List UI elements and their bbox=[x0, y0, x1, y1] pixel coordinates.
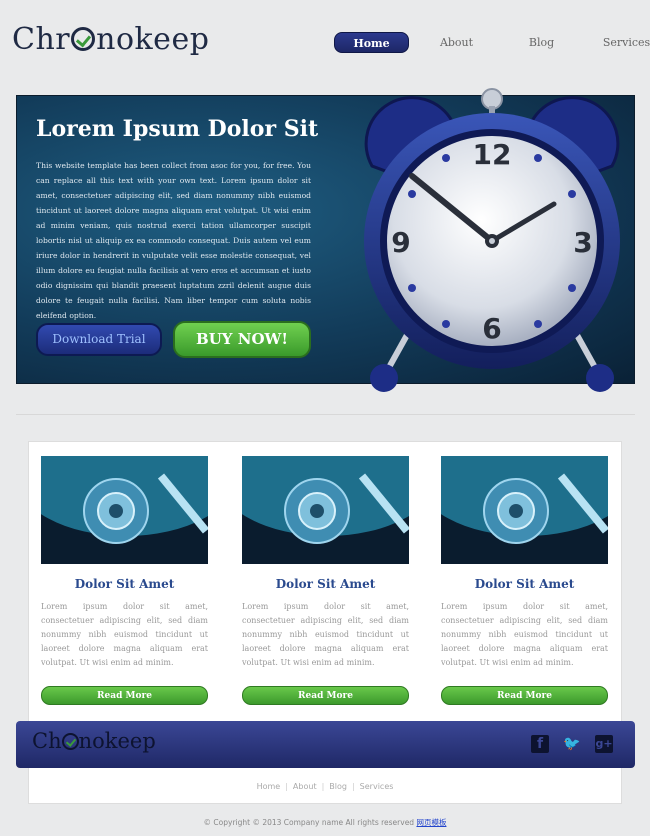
footer-link-services[interactable]: Services bbox=[360, 782, 394, 791]
logo-text-start: Chr bbox=[12, 22, 71, 57]
feature-card: Dolor Sit Amet Lorem ipsum dolor sit ame… bbox=[441, 456, 608, 705]
footer-bar: Ch nokeep f 🐦 g+ bbox=[16, 721, 635, 768]
feature-card: Dolor Sit Amet Lorem ipsum dolor sit ame… bbox=[242, 456, 409, 705]
twitter-icon[interactable]: 🐦 bbox=[563, 735, 581, 753]
footer-nav: Home | About | Blog | Services bbox=[0, 782, 650, 791]
hero-banner: Lorem Ipsum Dolor Sit This website templ… bbox=[16, 88, 635, 392]
download-trial-button[interactable]: Download Trial bbox=[36, 323, 162, 356]
feature-title: Dolor Sit Amet bbox=[275, 577, 376, 591]
hard-drive-image bbox=[41, 456, 208, 564]
footer-separator: | bbox=[351, 782, 355, 791]
section-divider bbox=[16, 414, 635, 415]
read-more-button[interactable]: Read More bbox=[242, 686, 409, 705]
footer-logo[interactable]: Ch nokeep bbox=[32, 729, 156, 753]
footer-link-about[interactable]: About bbox=[293, 782, 317, 791]
footer-separator: | bbox=[321, 782, 325, 791]
footer-logo-text-start: Ch bbox=[32, 729, 62, 753]
alarm-clock-illustration: 12 3 6 9 bbox=[364, 88, 620, 392]
copyright-link[interactable]: 网页模板 bbox=[416, 818, 446, 827]
clock-number-3: 3 bbox=[573, 226, 592, 259]
footer-link-blog[interactable]: Blog bbox=[329, 782, 347, 791]
hard-drive-image bbox=[242, 456, 409, 564]
site-logo[interactable]: Chr nokeep bbox=[12, 22, 209, 57]
feature-title: Dolor Sit Amet bbox=[474, 577, 575, 591]
read-more-button[interactable]: Read More bbox=[41, 686, 208, 705]
logo-text-end: nokeep bbox=[96, 22, 210, 57]
buy-now-button[interactable]: BUY NOW! bbox=[173, 321, 311, 358]
nav-about[interactable]: About bbox=[419, 32, 494, 53]
site-header: Chr nokeep Home About Blog Services bbox=[0, 0, 650, 80]
feature-text: Lorem ipsum dolor sit amet, consectetuer… bbox=[242, 602, 409, 667]
social-links: f 🐦 g+ bbox=[531, 735, 613, 753]
nav-services[interactable]: Services bbox=[589, 32, 650, 53]
hard-drive-image bbox=[441, 456, 608, 564]
feature-card: Dolor Sit Amet Lorem ipsum dolor sit ame… bbox=[41, 456, 208, 705]
feature-text: Lorem ipsum dolor sit amet, consectetuer… bbox=[441, 602, 608, 667]
clock-number-6: 6 bbox=[482, 312, 501, 345]
read-more-button[interactable]: Read More bbox=[441, 686, 608, 705]
google-plus-icon[interactable]: g+ bbox=[595, 735, 613, 753]
main-nav: Home About Blog Services bbox=[334, 32, 650, 53]
hero-text: This website template has been collect f… bbox=[36, 161, 311, 320]
nav-blog[interactable]: Blog bbox=[504, 32, 579, 53]
footer-logo-text-end: nokeep bbox=[78, 729, 156, 753]
feature-title: Dolor Sit Amet bbox=[74, 577, 175, 591]
footer-separator: | bbox=[285, 782, 288, 791]
clock-number-12: 12 bbox=[473, 138, 512, 171]
copyright-text: © Copyright © 2013 Company name All righ… bbox=[203, 818, 417, 827]
footer-link-home[interactable]: Home bbox=[257, 782, 281, 791]
clock-check-logo-icon bbox=[61, 733, 79, 750]
facebook-icon[interactable]: f bbox=[531, 735, 549, 753]
copyright: © Copyright © 2013 Company name All righ… bbox=[0, 817, 650, 828]
clock-number-9: 9 bbox=[391, 226, 410, 259]
feature-text: Lorem ipsum dolor sit amet, consectetuer… bbox=[41, 602, 208, 667]
hero-title: Lorem Ipsum Dolor Sit bbox=[36, 116, 319, 142]
clock-check-logo-icon bbox=[71, 27, 96, 51]
nav-home[interactable]: Home bbox=[334, 32, 409, 53]
